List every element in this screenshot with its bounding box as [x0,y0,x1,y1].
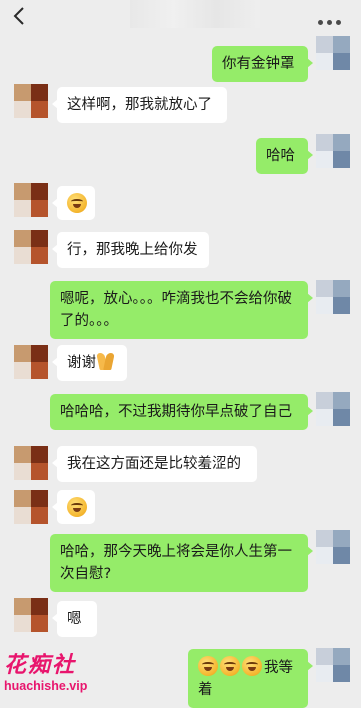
grimace-emoji-icon [198,656,218,676]
message-text: 你有金钟罩 [222,56,295,72]
avatar-self[interactable] [316,36,350,70]
message-text: 哈哈 [266,148,295,164]
message-text: 行，那我晚上给你发 [67,242,198,258]
message-received[interactable]: 我在这方面还是比较羞涩的 [52,446,257,482]
message-text: 这样啊，那我就放心了 [67,97,212,113]
message-sent[interactable]: 哈哈，那今天晚上将会是你人生第一次自慰? [50,534,313,592]
avatar-self[interactable] [316,392,350,426]
ellipsis-icon[interactable] [318,10,354,26]
message-text: 嗯呢，放心。。。咋滴我也不会给你破了的。。。 [60,291,292,329]
avatar-contact[interactable] [14,446,48,480]
chevron-left-icon[interactable] [8,4,32,28]
chat-header [0,0,361,34]
avatar-self[interactable] [316,530,350,564]
message-received[interactable]: 行，那我晚上给你发 [52,232,209,268]
message-text: 谢谢 [67,355,96,371]
avatar-contact[interactable] [14,84,48,118]
avatar-self[interactable] [316,134,350,168]
watermark-url: huachishe.vip [4,679,88,693]
message-sent[interactable]: 我等着 [188,649,313,708]
message-received[interactable] [52,490,95,524]
message-text: 哈哈哈，不过我期待你早点破了自己 [60,404,292,420]
avatar-contact[interactable] [14,490,48,524]
message-text: 嗯 [67,611,82,627]
message-received[interactable]: 谢谢 [52,345,127,381]
grimace-emoji-icon [67,497,87,517]
message-received[interactable]: 这样啊，那我就放心了 [52,87,227,123]
avatar-contact[interactable] [14,345,48,379]
blurred-title [130,0,260,28]
message-received[interactable] [52,186,95,220]
avatar-contact[interactable] [14,183,48,217]
message-text: 哈哈，那今天晚上将会是你人生第一次自慰? [60,544,292,582]
folded-hands-icon [98,352,114,370]
message-sent[interactable]: 你有金钟罩 [212,46,313,82]
avatar-contact[interactable] [14,230,48,264]
message-sent[interactable]: 哈哈哈，不过我期待你早点破了自己 [50,394,313,430]
grimace-emoji-icon [67,193,87,213]
avatar-self[interactable] [316,648,350,682]
message-sent[interactable]: 哈哈 [256,138,313,174]
grimace-emoji-icon [220,656,240,676]
watermark-logo: 花痴社 huachishe.vip [4,654,114,700]
message-sent[interactable]: 嗯呢，放心。。。咋滴我也不会给你破了的。。。 [50,281,313,339]
message-received[interactable]: 嗯 [52,601,97,637]
avatar-self[interactable] [316,280,350,314]
message-text: 我在这方面还是比较羞涩的 [67,456,241,472]
avatar-contact[interactable] [14,598,48,632]
watermark-name: 花痴社 [4,653,77,678]
grimace-emoji-icon [242,656,262,676]
